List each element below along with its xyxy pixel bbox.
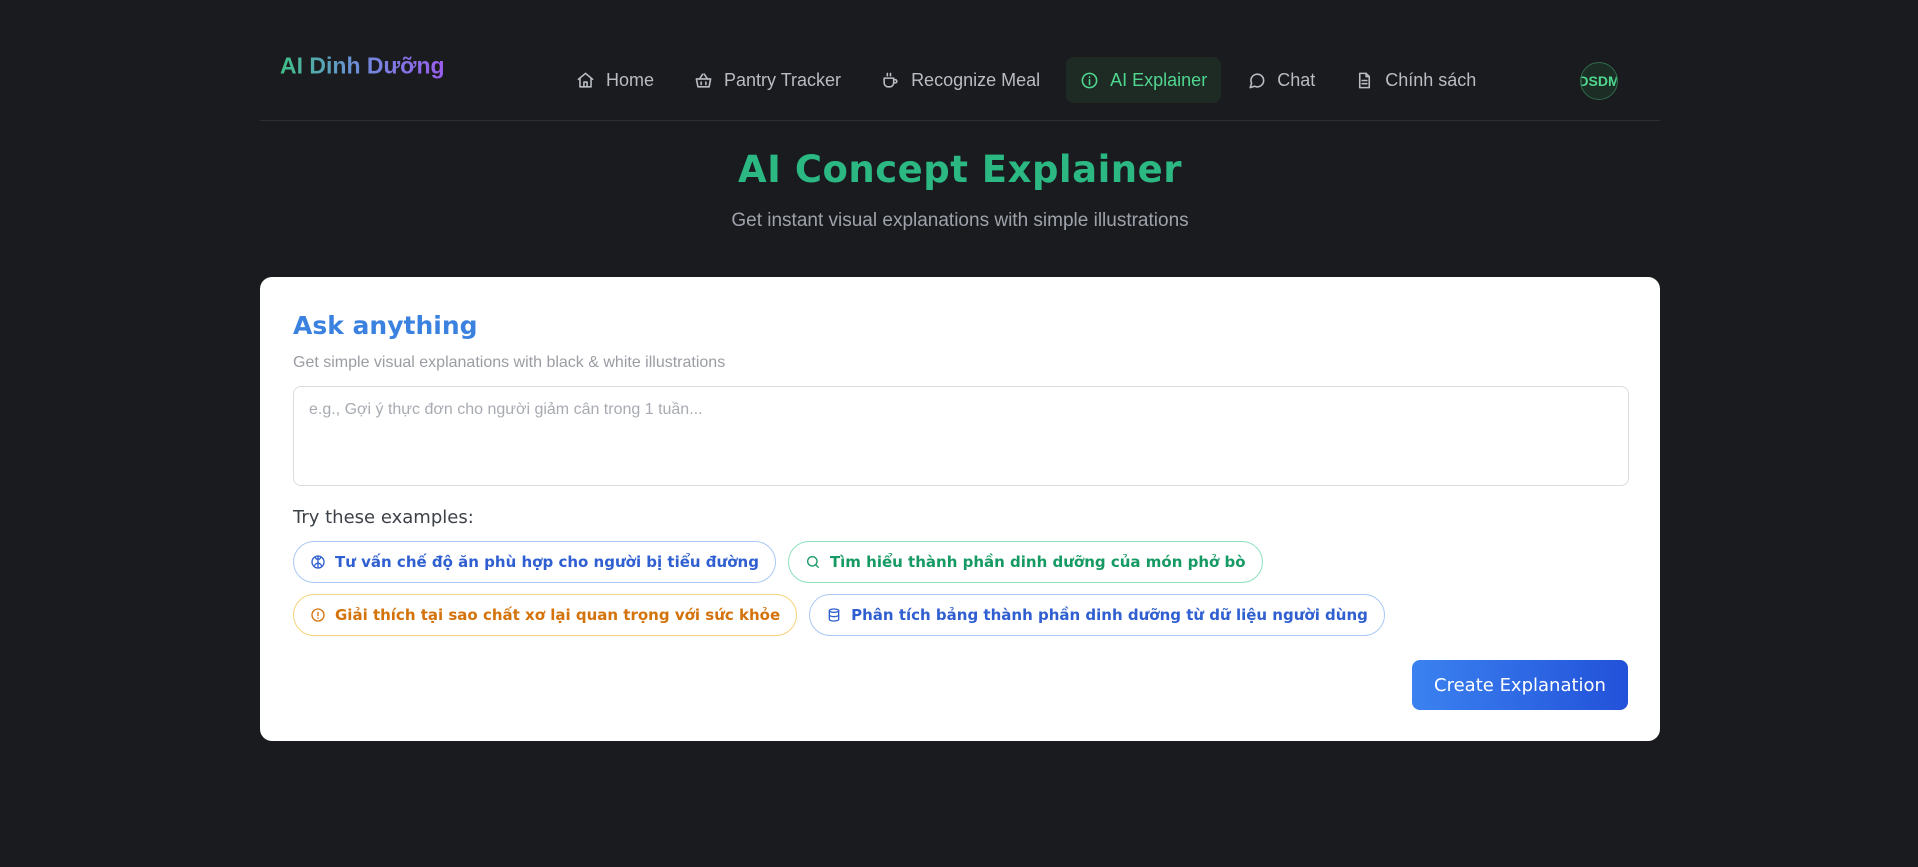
document-icon [1359, 72, 1371, 88]
user-avatar[interactable]: DSDM [1580, 62, 1618, 100]
nav-item-label: Home [606, 69, 655, 90]
nav-item-label: Chính sách [1385, 69, 1477, 90]
nav-item-home[interactable]: Home [562, 57, 668, 103]
page: AI Dinh Dưỡng Home Pantry Tracker Recogn… [0, 0, 1918, 867]
info-icon [1081, 72, 1098, 88]
nav-item-chat[interactable]: Chat [1233, 57, 1329, 103]
nav-links: Home Pantry Tracker Recognize Meal AI Ex… [562, 57, 1502, 103]
nav-item-recognize-meal[interactable]: Recognize Meal [867, 57, 1054, 103]
page-title: AI Concept Explainer [738, 148, 1182, 191]
example-chip-label: Tìm hiểu thành phần dinh dưỡng của món p… [829, 553, 1246, 571]
card-subtitle: Get simple visual explanations with blac… [293, 354, 726, 371]
chat-bubble-icon [1249, 72, 1265, 88]
example-chip-nutrition-table-analysis[interactable]: Phân tích bảng thành phần dinh dưỡng từ … [809, 594, 1385, 636]
example-chips: Tư vấn chế độ ăn phù hợp cho người bị ti… [293, 541, 1633, 636]
cup-icon [883, 72, 898, 88]
card-title: Ask anything [293, 311, 478, 340]
brain-icon [311, 555, 325, 569]
page-subtitle: Get instant visual explanations with sim… [731, 210, 1189, 231]
nav-item-label: Pantry Tracker [724, 69, 842, 90]
main-container: AI Dinh Dưỡng Home Pantry Tracker Recogn… [260, 0, 1660, 741]
ask-card: Ask anything Get simple visual explanati… [260, 277, 1660, 741]
nav-item-label: Recognize Meal [911, 69, 1041, 90]
example-chip-diabetes-diet[interactable]: Tư vấn chế độ ăn phù hợp cho người bị ti… [293, 541, 776, 583]
avatar-initials: DSDM [1580, 73, 1618, 89]
examples-label: Try these examples: [293, 507, 474, 528]
example-chip-pho-nutrition[interactable]: Tìm hiểu thành phần dinh dưỡng của món p… [787, 541, 1263, 583]
basket-icon [695, 72, 712, 88]
example-chip-label: Phân tích bảng thành phần dinh dưỡng từ … [851, 606, 1368, 624]
question-input[interactable] [293, 386, 1629, 486]
nav-item-label: Chat [1277, 69, 1316, 90]
example-chip-label: Giải thích tại sao chất xơ lại quan trọn… [335, 606, 781, 624]
nav-item-pantry-tracker[interactable]: Pantry Tracker [680, 57, 855, 103]
nav-item-policy[interactable]: Chính sách [1341, 57, 1490, 103]
database-icon [828, 608, 840, 622]
nav-item-ai-explainer[interactable]: AI Explainer [1066, 57, 1222, 103]
info-icon [311, 608, 325, 622]
example-chip-fiber-importance[interactable]: Giải thích tại sao chất xơ lại quan trọn… [293, 594, 798, 636]
nav-item-label: AI Explainer [1110, 69, 1208, 90]
home-icon [577, 72, 594, 88]
example-chip-label: Tư vấn chế độ ăn phù hợp cho người bị ti… [335, 553, 759, 571]
create-explanation-button[interactable]: Create Explanation [1412, 660, 1628, 710]
app-logo[interactable]: AI Dinh Dưỡng [280, 53, 445, 80]
search-icon [806, 556, 819, 568]
top-navbar: AI Dinh Dưỡng Home Pantry Tracker Recogn… [260, 0, 1660, 121]
